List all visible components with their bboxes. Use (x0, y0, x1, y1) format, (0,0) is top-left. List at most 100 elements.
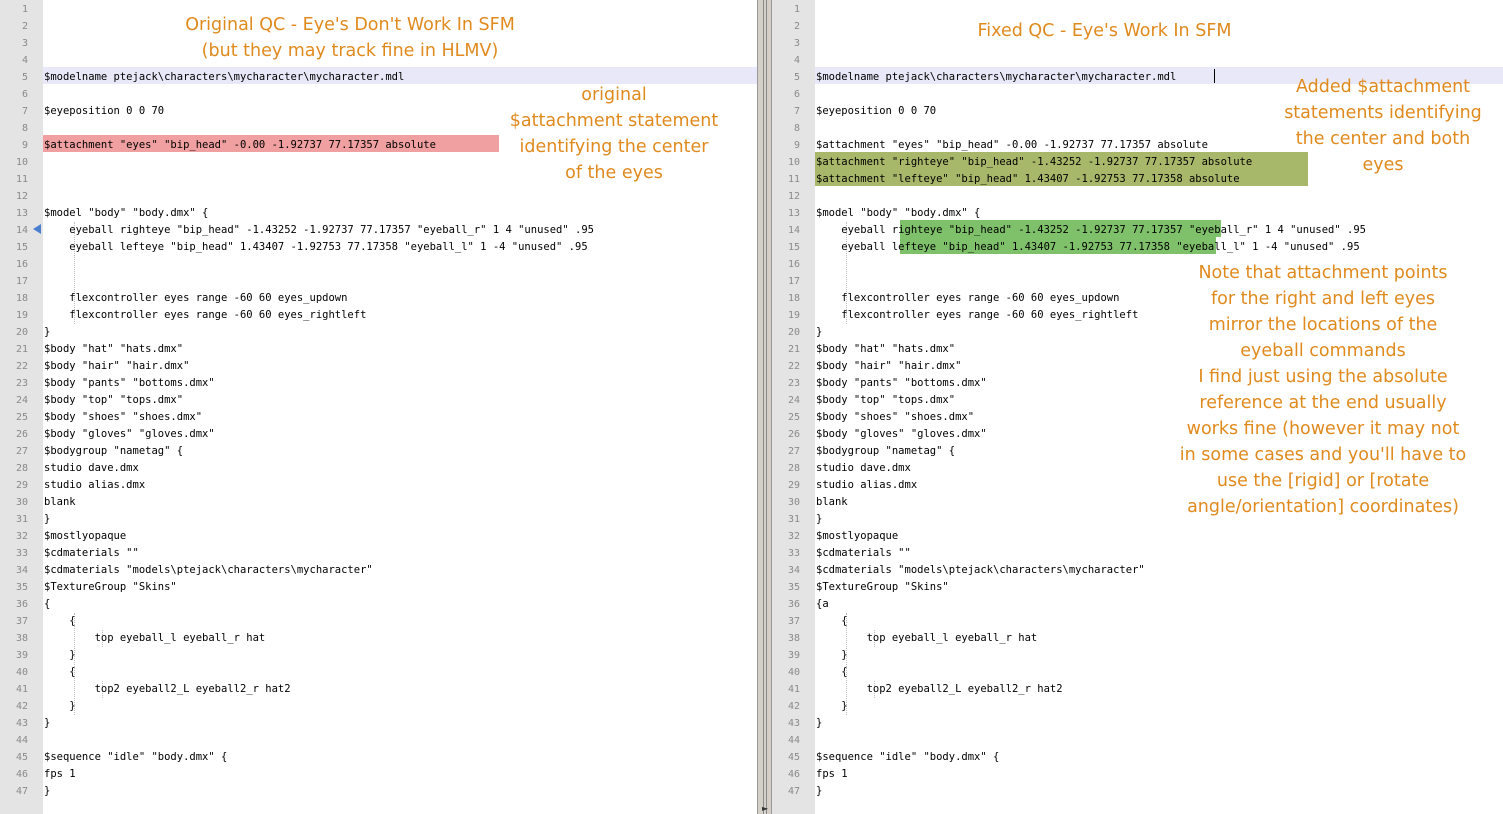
right-code-line[interactable]: blank (816, 494, 848, 511)
left-line-number: 26 (15, 429, 28, 440)
right-line-number: 27 (787, 446, 800, 457)
left-code-line[interactable]: } (44, 511, 50, 528)
left-code-line[interactable]: $body "gloves" "gloves.dmx" (44, 426, 215, 443)
left-code-line[interactable]: $body "pants" "bottoms.dmx" (44, 375, 215, 392)
left-line-number: 32 (15, 531, 28, 542)
right-code-line[interactable]: $model "body" "body.dmx" { (816, 205, 980, 222)
left-line-number: 14 (15, 225, 28, 236)
left-code-line[interactable]: } (44, 647, 75, 664)
right-code-line[interactable]: $body "hat" "hats.dmx" (816, 341, 955, 358)
right-code-line[interactable]: flexcontroller eyes range -60 60 eyes_ri… (816, 307, 1138, 324)
right-line-number: 21 (787, 344, 800, 355)
right-code-line[interactable]: $body "hair" "hair.dmx" (816, 358, 961, 375)
right-code-line[interactable]: fps 1 (816, 766, 848, 783)
right-code-line[interactable]: $sequence "idle" "body.dmx" { (816, 749, 999, 766)
right-code-line[interactable]: studio dave.dmx (816, 460, 911, 477)
right-line-number: 24 (787, 395, 800, 406)
left-code-line[interactable]: { (44, 664, 75, 681)
right-code-line[interactable]: $body "shoes" "shoes.dmx" (816, 409, 974, 426)
right-line-number: 26 (787, 429, 800, 440)
right-line-number: 43 (787, 718, 800, 729)
left-line-number: 42 (15, 701, 28, 712)
right-code-line[interactable]: $mostlyopaque (816, 528, 898, 545)
left-code-line[interactable]: $eyeposition 0 0 70 (44, 103, 164, 120)
right-code-line[interactable]: $TextureGroup "Skins" (816, 579, 949, 596)
right-line-number: 45 (787, 752, 800, 763)
right-code-line[interactable]: } (816, 511, 822, 528)
right-code-line[interactable]: } (816, 698, 847, 715)
bookmark-arrow-icon[interactable] (33, 224, 41, 234)
right-code-line[interactable]: eyeball lefteye "bip_head" 1.43407 -1.92… (816, 239, 1359, 256)
left-code-line[interactable]: $sequence "idle" "body.dmx" { (44, 749, 227, 766)
right-code-line[interactable]: } (816, 715, 822, 732)
left-line-number: 15 (15, 242, 28, 253)
left-code-line[interactable]: eyeball lefteye "bip_head" 1.43407 -1.92… (44, 239, 587, 256)
left-code-line[interactable]: $model "body" "body.dmx" { (44, 205, 208, 222)
right-code-line[interactable]: $attachment "lefteye" "bip_head" 1.43407… (816, 171, 1240, 188)
right-code-line[interactable]: } (816, 324, 822, 341)
right-line-number: 23 (787, 378, 800, 389)
left-code-line[interactable]: flexcontroller eyes range -60 60 eyes_up… (44, 290, 347, 307)
left-code-line[interactable]: { (44, 596, 50, 613)
right-code-line[interactable]: { (816, 613, 847, 630)
right-code-line[interactable]: $eyeposition 0 0 70 (816, 103, 936, 120)
right-code-line[interactable]: top eyeball_l eyeball_r hat (816, 630, 1038, 647)
left-code-line[interactable]: fps 1 (44, 766, 76, 783)
left-code-line[interactable]: $modelname ptejack\characters\mycharacte… (44, 69, 404, 86)
right-code-line[interactable]: { (816, 664, 847, 681)
left-code-line[interactable]: eyeball righteye "bip_head" -1.43252 -1.… (44, 222, 594, 239)
right-code-line[interactable]: $modelname ptejack\characters\mycharacte… (816, 69, 1176, 86)
right-code-line[interactable]: top2 eyeball2_L eyeball2_r hat2 (816, 681, 1063, 698)
right-code-line[interactable]: $body "gloves" "gloves.dmx" (816, 426, 987, 443)
right-line-number: 46 (787, 769, 800, 780)
left-code-line[interactable]: } (44, 698, 75, 715)
left-line-number: 1 (21, 4, 28, 15)
left-line-number: 13 (15, 208, 28, 219)
left-code-line[interactable]: top eyeball_l eyeball_r hat (44, 630, 266, 647)
right-code-line[interactable]: $cdmaterials "" (816, 545, 911, 562)
right-caption-added: Added $attachment statements identifying… (1284, 77, 1482, 175)
left-code-line[interactable]: } (44, 783, 50, 800)
left-code-line[interactable]: $body "top" "tops.dmx" (44, 392, 183, 409)
right-code-line[interactable]: } (816, 647, 847, 664)
splitter-line (763, 0, 764, 814)
pane-splitter[interactable] (757, 0, 772, 814)
left-code-line[interactable]: top2 eyeball2_L eyeball2_r hat2 (44, 681, 291, 698)
right-code-line[interactable]: $body "top" "tops.dmx" (816, 392, 955, 409)
right-editor-pane[interactable]: 1 2 3 4 5 6 7 8 9 10 11 12 13 14 15 16 17 18 19 20 21 22 23 24 2… (772, 0, 1503, 814)
left-code-line[interactable]: { (44, 613, 75, 630)
left-line-number: 46 (15, 769, 28, 780)
left-code-line[interactable]: studio alias.dmx (44, 477, 145, 494)
right-line-number: 32 (787, 531, 800, 542)
right-code-line[interactable]: {a (816, 596, 829, 613)
left-code-line[interactable]: $cdmaterials "" (44, 545, 139, 562)
left-code-line[interactable]: $body "hair" "hair.dmx" (44, 358, 189, 375)
right-code-line[interactable]: } (816, 783, 822, 800)
left-code-line[interactable]: } (44, 715, 50, 732)
left-code-line[interactable]: } (44, 324, 50, 341)
left-code-line[interactable]: $attachment "eyes" "bip_head" -0.00 -1.9… (44, 137, 436, 154)
left-code-line[interactable]: $body "hat" "hats.dmx" (44, 341, 183, 358)
right-code-line[interactable]: $attachment "righteye" "bip_head" -1.432… (816, 154, 1252, 171)
right-line-number: 22 (787, 361, 800, 372)
left-code-line[interactable]: flexcontroller eyes range -60 60 eyes_ri… (44, 307, 366, 324)
left-code-line[interactable]: studio dave.dmx (44, 460, 139, 477)
left-code-line[interactable]: $cdmaterials "models\ptejack\characters\… (44, 562, 373, 579)
left-code-line[interactable]: $bodygroup "nametag" { (44, 443, 183, 460)
right-code-line[interactable]: $bodygroup "nametag" { (816, 443, 955, 460)
left-code-line[interactable]: blank (44, 494, 76, 511)
left-code-line[interactable]: $mostlyopaque (44, 528, 126, 545)
right-code-line[interactable]: $body "pants" "bottoms.dmx" (816, 375, 987, 392)
left-code-line[interactable]: $TextureGroup "Skins" (44, 579, 177, 596)
right-code-line[interactable]: $cdmaterials "models\ptejack\characters\… (816, 562, 1145, 579)
right-line-number: 11 (787, 174, 800, 185)
left-caption-note: original $attachment statement identifyi… (509, 85, 719, 183)
right-code-line[interactable]: eyeball righteye "bip_head" -1.43252 -1.… (816, 222, 1366, 239)
right-code-line[interactable]: studio alias.dmx (816, 477, 917, 494)
right-code-line[interactable]: $attachment "eyes" "bip_head" -0.00 -1.9… (816, 137, 1208, 154)
left-editor-pane[interactable]: 1 2 3 4 5 6 7 8 9 10 11 12 13 14 15 16 17 18 19 20 21 22 23 24 2… (0, 0, 757, 814)
right-line-number: 15 (787, 242, 800, 253)
left-line-number: 36 (15, 599, 28, 610)
left-code-line[interactable]: $body "shoes" "shoes.dmx" (44, 409, 202, 426)
right-code-line[interactable]: flexcontroller eyes range -60 60 eyes_up… (816, 290, 1119, 307)
